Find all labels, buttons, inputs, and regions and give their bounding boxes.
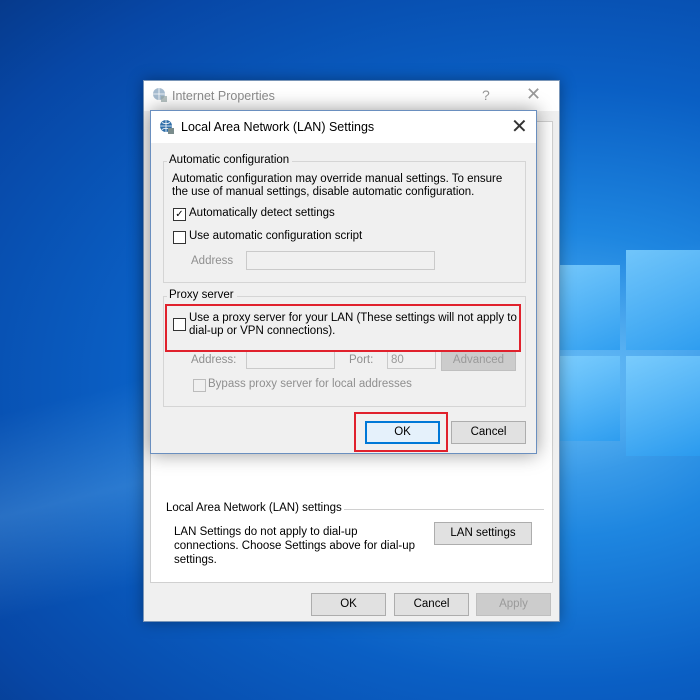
- ok-button[interactable]: OK: [311, 593, 386, 616]
- automatic-configuration-script-checkbox[interactable]: [173, 231, 186, 244]
- group-divider: [344, 509, 544, 510]
- globe-settings-icon: [160, 120, 174, 134]
- internet-properties-title: Internet Properties: [172, 89, 275, 103]
- apply-button[interactable]: Apply: [476, 593, 551, 616]
- automatic-configuration-script-label[interactable]: Use automatic configuration script: [189, 230, 362, 242]
- globe-settings-icon: [153, 88, 167, 102]
- logo-pane-bottom-right: [626, 356, 700, 456]
- internet-properties-titlebar: Internet Properties ? ✕: [144, 81, 559, 111]
- ok-button-highlight: [354, 412, 448, 452]
- proxy-address-label: Address:: [191, 354, 237, 366]
- bypass-proxy-checkbox[interactable]: [193, 379, 206, 392]
- lan-settings-button[interactable]: LAN settings: [434, 522, 532, 545]
- proxy-address-input[interactable]: [246, 350, 335, 369]
- close-icon[interactable]: ✕: [526, 84, 541, 105]
- logo-pane-top-right: [626, 250, 700, 350]
- lan-dialog-title: Local Area Network (LAN) Settings: [181, 120, 375, 134]
- script-address-label: Address: [191, 255, 234, 267]
- logo-pane-bottom-left: [560, 356, 620, 441]
- automatic-configuration-title: Automatic configuration: [167, 154, 293, 166]
- help-button[interactable]: ?: [482, 87, 490, 103]
- proxy-checkbox-highlight: [165, 304, 521, 352]
- proxy-port-label: Port:: [349, 354, 374, 366]
- automatically-detect-label[interactable]: Automatically detect settings: [189, 207, 335, 219]
- lan-dialog-titlebar: Local Area Network (LAN) Settings ✕: [151, 111, 536, 143]
- script-address-input[interactable]: [246, 251, 435, 270]
- lan-settings-description: LAN Settings do not apply to dial-up con…: [174, 526, 416, 566]
- proxy-server-title: Proxy server: [167, 289, 237, 301]
- lan-settings-group-title: Local Area Network (LAN) settings: [166, 502, 348, 514]
- cancel-button[interactable]: Cancel: [394, 593, 469, 616]
- logo-pane-top-left: [560, 265, 620, 350]
- bypass-proxy-label[interactable]: Bypass proxy server for local addresses: [208, 378, 412, 390]
- windows-logo: [560, 245, 700, 456]
- lan-settings-dialog: Local Area Network (LAN) Settings ✕ Auto…: [150, 110, 537, 454]
- close-icon[interactable]: ✕: [511, 114, 528, 139]
- automatically-detect-checkbox[interactable]: ✓: [173, 208, 186, 221]
- cancel-button[interactable]: Cancel: [451, 421, 526, 444]
- automatic-configuration-group: Automatic configuration Automatic config…: [163, 154, 526, 283]
- automatic-configuration-description: Automatic configuration may override man…: [172, 173, 503, 198]
- advanced-button[interactable]: Advanced: [441, 350, 516, 371]
- proxy-port-input[interactable]: 80: [387, 350, 436, 369]
